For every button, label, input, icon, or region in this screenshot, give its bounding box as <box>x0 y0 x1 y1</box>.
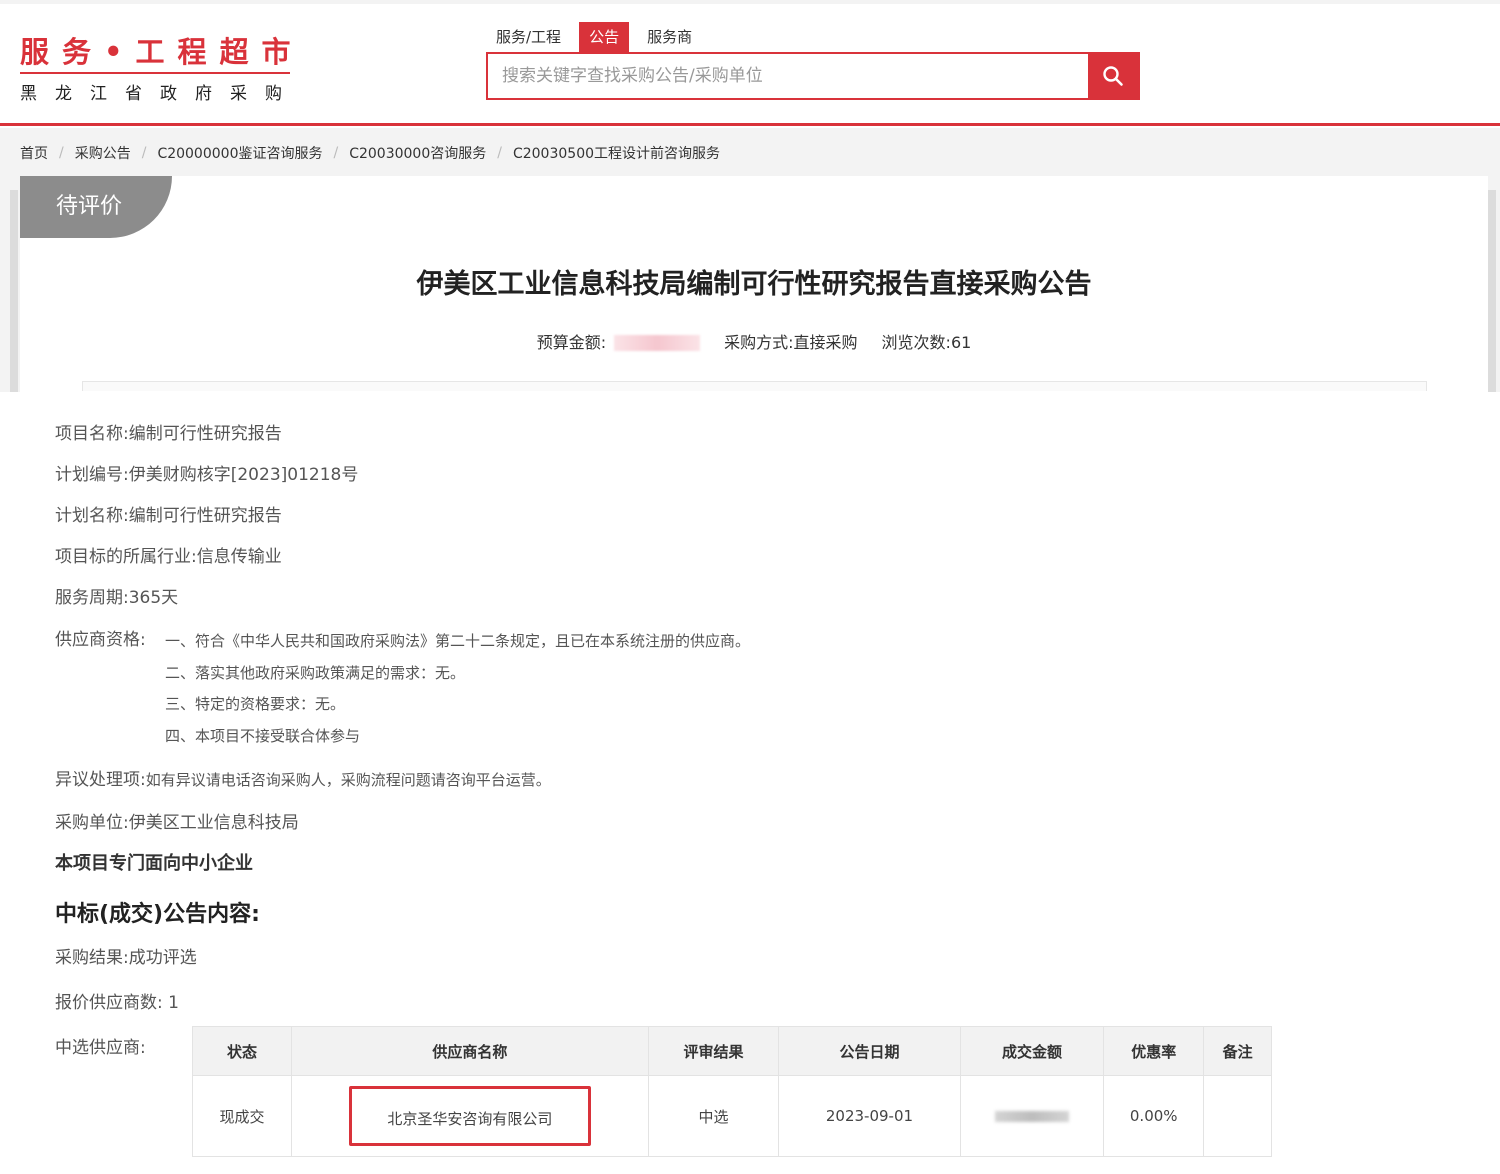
method-meta: 采购方式: 直接采购 <box>724 328 857 358</box>
search-tabs: 服务/工程 公告 服务商 <box>486 22 702 52</box>
logo-divider <box>20 72 290 74</box>
site-logo[interactable]: 服务•工程超市 黑龙江省政府采购 <box>20 34 292 106</box>
qualification-item: 三、特定的资格要求：无。 <box>165 695 346 713</box>
column-header: 备注 <box>1203 1026 1272 1076</box>
detail-industry: 项目标的所属行业:信息传输业 <box>55 542 282 572</box>
content-divider <box>82 381 1427 391</box>
column-header: 公告日期 <box>778 1026 961 1076</box>
result-table: 状态 供应商名称 评审结果 公告日期 成交金额 优惠率 备注 现成交 北京圣华安… <box>191 1026 1272 1157</box>
table-header-row: 状态 供应商名称 评审结果 公告日期 成交金额 优惠率 备注 <box>191 1026 1272 1076</box>
detail-value: 伊美区工业信息科技局 <box>128 813 299 833</box>
sme-note: 本项目专门面向中小企业 <box>55 853 253 874</box>
cell-discount: 0.00% <box>1103 1075 1205 1157</box>
qualification-item: 一、符合《中华人民共和国政府采购法》第二十二条规定，且已在本系统注册的供应商。 <box>165 632 751 650</box>
breadcrumb-separator: / <box>59 145 64 161</box>
result-heading: 中标(成交)公告内容: <box>55 902 260 927</box>
tab-service-engineering[interactable]: 服务/工程 <box>486 22 571 52</box>
detail-purchaser: 采购单位:伊美区工业信息科技局 <box>55 808 299 838</box>
detail-value: 编制可行性研究报告 <box>128 506 282 526</box>
cell-date: 2023-09-01 <box>778 1075 961 1157</box>
column-header: 优惠率 <box>1103 1026 1205 1076</box>
table-row: 现成交 北京圣华安咨询有限公司 中选 2023-09-01 0.00% <box>191 1075 1272 1157</box>
budget-label: 预算金额: <box>536 333 607 352</box>
detail-service-period: 服务周期:365天 <box>55 583 178 613</box>
views-value: 61 <box>950 333 972 352</box>
detail-label: 计划名称: <box>55 506 129 526</box>
method-value: 直接采购 <box>793 333 858 352</box>
column-header: 供应商名称 <box>291 1026 649 1076</box>
detail-label: 计划编号: <box>55 465 129 485</box>
detail-value: 编制可行性研究报告 <box>128 424 282 444</box>
notice-meta: 预算金额: 采购方式: 直接采购 浏览次数: 61 <box>20 328 1488 358</box>
cell-review: 中选 <box>647 1075 780 1157</box>
detail-result: 采购结果:成功评选 <box>55 943 197 973</box>
page-title: 伊美区工业信息科技局编制可行性研究报告直接采购公告 <box>416 269 1092 300</box>
search-box <box>486 52 1140 100</box>
budget-redacted <box>614 335 701 351</box>
detail-label: 采购结果: <box>55 948 129 968</box>
amount-redacted <box>994 1111 1069 1122</box>
detail-winner-label: 中选供应商: <box>55 1038 146 1058</box>
views-label: 浏览次数: <box>881 333 951 352</box>
detail-objection: 异议处理项:如有异议请电话咨询采购人，采购流程问题请咨询平台运营。 <box>55 765 551 795</box>
detail-bidder-count: 报价供应商数: 1 <box>55 988 179 1018</box>
detail-project-name: 项目名称:编制可行性研究报告 <box>55 419 282 449</box>
qualification-item: 二、落实其他政府采购政策满足的需求：无。 <box>165 664 466 682</box>
tab-service-provider[interactable]: 服务商 <box>637 22 702 52</box>
detail-value: 365天 <box>128 588 179 608</box>
card-edge-right <box>1488 190 1496 392</box>
breadcrumb-home[interactable]: 首页 <box>20 143 48 163</box>
detail-value: 如有异议请电话咨询采购人，采购流程问题请咨询平台运营。 <box>145 771 551 789</box>
detail-value: 成功评选 <box>128 948 197 968</box>
cell-status: 现成交 <box>191 1075 293 1157</box>
supplier-name-highlight[interactable]: 北京圣华安咨询有限公司 <box>348 1086 591 1146</box>
site-header: 服务•工程超市 黑龙江省政府采购 服务/工程 公告 服务商 <box>0 0 1500 126</box>
top-strip <box>0 0 1500 4</box>
cell-remark <box>1203 1075 1272 1157</box>
detail-label: 异议处理项: <box>55 770 146 790</box>
detail-label: 项目名称: <box>55 424 129 444</box>
breadcrumb-separator: / <box>141 145 147 161</box>
card-edge-left <box>10 190 18 392</box>
logo-title: 服务•工程超市 <box>20 35 304 69</box>
breadcrumb-category-3[interactable]: C20030500工程设计前咨询服务 <box>513 143 720 163</box>
cell-supplier: 北京圣华安咨询有限公司 <box>291 1075 649 1157</box>
column-header: 成交金额 <box>959 1026 1105 1076</box>
breadcrumb-announcements[interactable]: 采购公告 <box>75 143 131 163</box>
qualification-item: 四、本项目不接受联合体参与 <box>165 727 361 745</box>
cell-amount <box>959 1075 1105 1157</box>
breadcrumb: 首页 / 采购公告 / C20000000鉴证咨询服务 / C20030000咨… <box>20 138 720 168</box>
views-meta: 浏览次数: 61 <box>882 328 972 358</box>
tab-announcement[interactable]: 公告 <box>579 22 630 52</box>
search-icon <box>1103 66 1123 86</box>
search-input[interactable] <box>488 54 1088 98</box>
budget-meta: 预算金额: <box>536 328 701 358</box>
detail-qualification-label: 供应商资格: <box>55 630 146 650</box>
breadcrumb-category-2[interactable]: C20030000咨询服务 <box>349 143 486 163</box>
breadcrumb-separator: / <box>333 145 339 161</box>
breadcrumb-separator: / <box>497 145 502 161</box>
column-header: 评审结果 <box>647 1026 780 1076</box>
column-header: 状态 <box>191 1026 293 1076</box>
detail-value: 信息传输业 <box>196 547 282 567</box>
detail-plan-name: 计划名称:编制可行性研究报告 <box>55 501 282 531</box>
logo-subtitle: 黑龙江省政府采购 <box>20 84 300 104</box>
detail-value: 伊美财购核字[2023]01218号 <box>128 465 359 485</box>
detail-plan-no: 计划编号:伊美财购核字[2023]01218号 <box>55 460 358 490</box>
detail-label: 报价供应商数: <box>55 993 163 1013</box>
detail-label: 服务周期: <box>55 588 129 608</box>
detail-label: 项目标的所属行业: <box>55 547 197 567</box>
method-label: 采购方式: <box>724 333 794 352</box>
breadcrumb-category-1[interactable]: C20000000鉴证咨询服务 <box>157 143 322 163</box>
search-button[interactable] <box>1088 54 1138 98</box>
detail-label: 采购单位: <box>55 813 129 833</box>
detail-value: 1 <box>168 993 179 1013</box>
